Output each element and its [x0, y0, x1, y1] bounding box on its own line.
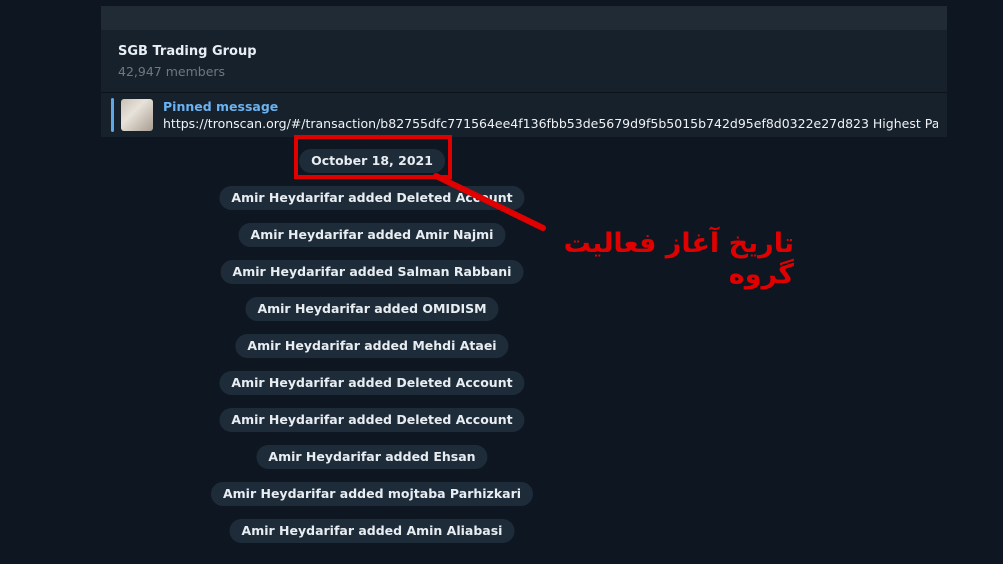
pinned-text-line[interactable]: https://tronscan.org/#/transaction/b8275…	[163, 116, 938, 132]
pinned-text: https://tronscan.org/#/transaction/b8275…	[163, 116, 938, 131]
annotation-label: تاریخ آغاز فعالیت گروه	[563, 228, 794, 290]
pinned-label: Pinned message	[163, 99, 279, 114]
pinned-message-bar[interactable]: Pinned message https://tronscan.org/#/tr…	[101, 92, 947, 137]
chat-header[interactable]: SGB Trading Group 42,947 members	[101, 30, 947, 92]
service-message: Amir Heydarifar added Mehdi Ataei	[235, 334, 509, 358]
pinned-thumbnail	[121, 99, 153, 131]
service-message: Amir Heydarifar added Deleted Account	[219, 408, 525, 432]
member-count: 42,947 members	[118, 64, 226, 79]
service-message: Amir Heydarifar added Ehsan	[256, 445, 488, 469]
service-message: Amir Heydarifar added Salman Rabbani	[220, 260, 524, 284]
chat-history[interactable]: October 18, 2021 Amir Heydarifar added D…	[101, 137, 947, 553]
service-message: Amir Heydarifar added Deleted Account	[219, 186, 525, 210]
service-message: Amir Heydarifar added mojtaba Parhizkari	[210, 482, 534, 506]
service-message: Amir Heydarifar added OMIDISM	[245, 297, 499, 321]
service-message: Amir Heydarifar added Amir Najmi	[238, 223, 506, 247]
group-title[interactable]: SGB Trading Group	[118, 44, 257, 59]
service-message: Amir Heydarifar added Amin Aliabasi	[229, 519, 515, 543]
pinned-accent-bar	[111, 98, 114, 132]
service-message: Amir Heydarifar added Deleted Account	[219, 371, 525, 395]
annotation-highlight-box	[294, 135, 452, 179]
window-top-strip	[101, 6, 947, 30]
